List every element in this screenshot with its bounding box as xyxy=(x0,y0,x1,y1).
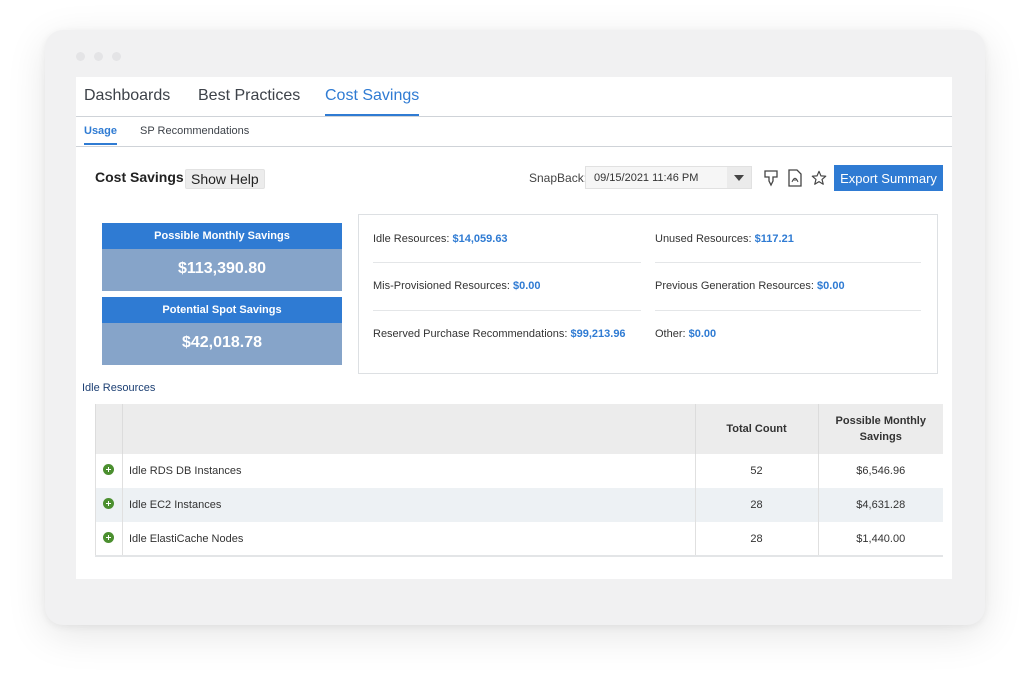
star-icon[interactable] xyxy=(811,169,827,187)
summary-value[interactable]: $0.00 xyxy=(817,280,845,292)
possible-savings: $1,440.00 xyxy=(817,522,943,556)
summary-unused-resources: Unused Resources: $117.21 xyxy=(655,233,794,245)
expand-plus-icon[interactable] xyxy=(103,498,115,509)
summary-value[interactable]: $117.21 xyxy=(755,233,794,245)
table-row[interactable]: Idle ElastiCache Nodes 28 $1,440.00 xyxy=(95,522,943,556)
summary-value[interactable]: $99,213.96 xyxy=(571,328,626,340)
expand-cell xyxy=(95,488,123,522)
summary-mis-provisioned: Mis-Provisioned Resources: $0.00 xyxy=(373,280,541,292)
snapback-value: 09/15/2021 11:46 PM xyxy=(594,172,699,184)
expand-plus-icon[interactable] xyxy=(103,531,115,543)
resource-name: Idle RDS DB Instances xyxy=(121,454,696,488)
sub-tabs: Usage SP Recommendations xyxy=(76,117,952,147)
possible-monthly-savings-card: Possible Monthly Savings $113,390.80 xyxy=(102,223,342,291)
export-summary-button[interactable]: Export Summary xyxy=(834,165,943,191)
summary-value[interactable]: $0.00 xyxy=(689,328,717,340)
column-header-expand xyxy=(95,404,123,454)
download-icon[interactable] xyxy=(763,169,779,187)
summary-label: Reserved Purchase Recommendations: xyxy=(373,328,568,340)
expand-cell xyxy=(95,454,123,488)
column-header-total-count[interactable]: Total Count xyxy=(694,404,818,454)
subtab-usage[interactable]: Usage xyxy=(84,125,118,145)
expand-plus-icon[interactable] xyxy=(103,464,115,475)
total-count: 28 xyxy=(694,522,818,556)
column-header-possible-monthly-savings[interactable]: Possible Monthly Savings xyxy=(817,404,943,454)
summary-divider xyxy=(655,310,921,311)
tab-cost-savings[interactable]: Cost Savings xyxy=(325,87,420,116)
potential-spot-savings-card: Potential Spot Savings $42,018.78 xyxy=(102,297,342,365)
window-dot-icon[interactable] xyxy=(94,52,103,61)
table-row[interactable]: Idle RDS DB Instances 52 $6,546.96 xyxy=(95,454,943,488)
card-value: $42,018.78 xyxy=(102,323,342,365)
subtab-sp-recommendations[interactable]: SP Recommendations xyxy=(140,125,249,143)
summary-reserved-purchase: Reserved Purchase Recommendations: $99,2… xyxy=(373,328,626,340)
window-dot-icon[interactable] xyxy=(76,52,85,61)
show-help-button[interactable]: Show Help xyxy=(185,169,265,189)
window-controls xyxy=(76,52,121,61)
summary-divider xyxy=(373,310,641,311)
savings-summary-panel: Idle Resources: $14,059.63 Unused Resour… xyxy=(358,214,938,374)
card-label: Potential Spot Savings xyxy=(102,297,342,323)
snapback-select[interactable]: 09/15/2021 11:46 PM xyxy=(585,166,752,189)
possible-savings: $6,546.96 xyxy=(817,454,943,488)
main-tabs: Dashboards Best Practices Cost Savings xyxy=(76,77,952,117)
summary-label: Unused Resources: xyxy=(655,233,752,245)
idle-resources-table: Total Count Possible Monthly Savings Idl… xyxy=(95,404,943,557)
summary-divider xyxy=(373,262,641,263)
total-count: 52 xyxy=(694,454,818,488)
card-label: Possible Monthly Savings xyxy=(102,223,342,249)
expand-cell xyxy=(95,522,123,556)
summary-label: Idle Resources: xyxy=(373,233,450,245)
resource-name: Idle EC2 Instances xyxy=(121,488,696,522)
page-title: Cost Savings xyxy=(95,169,184,185)
possible-savings: $4,631.28 xyxy=(817,488,943,522)
chevron-down-icon[interactable] xyxy=(727,167,751,188)
window-dot-icon[interactable] xyxy=(112,52,121,61)
summary-label: Previous Generation Resources: xyxy=(655,280,814,292)
idle-resources-heading: Idle Resources xyxy=(82,382,156,394)
summary-idle-resources: Idle Resources: $14,059.63 xyxy=(373,233,508,245)
table-header-row: Total Count Possible Monthly Savings xyxy=(95,404,943,454)
app-content: Dashboards Best Practices Cost Savings U… xyxy=(76,77,952,579)
column-header-name xyxy=(121,404,696,454)
table-row[interactable]: Idle EC2 Instances 28 $4,631.28 xyxy=(95,488,943,522)
summary-label: Other: xyxy=(655,328,686,340)
resource-name: Idle ElastiCache Nodes xyxy=(121,522,696,556)
tab-dashboards[interactable]: Dashboards xyxy=(84,87,170,114)
column-header-label: Possible Monthly Savings xyxy=(835,415,926,443)
tab-best-practices[interactable]: Best Practices xyxy=(198,87,300,114)
summary-label: Mis-Provisioned Resources: xyxy=(373,280,510,292)
card-value: $113,390.80 xyxy=(102,249,342,291)
total-count: 28 xyxy=(694,488,818,522)
summary-other: Other: $0.00 xyxy=(655,328,716,340)
summary-previous-generation: Previous Generation Resources: $0.00 xyxy=(655,280,845,292)
pdf-icon[interactable] xyxy=(787,169,803,187)
summary-value[interactable]: $14,059.63 xyxy=(453,233,508,245)
summary-divider xyxy=(655,262,921,263)
snapback-label: SnapBack: xyxy=(529,171,588,185)
summary-value[interactable]: $0.00 xyxy=(513,280,541,292)
